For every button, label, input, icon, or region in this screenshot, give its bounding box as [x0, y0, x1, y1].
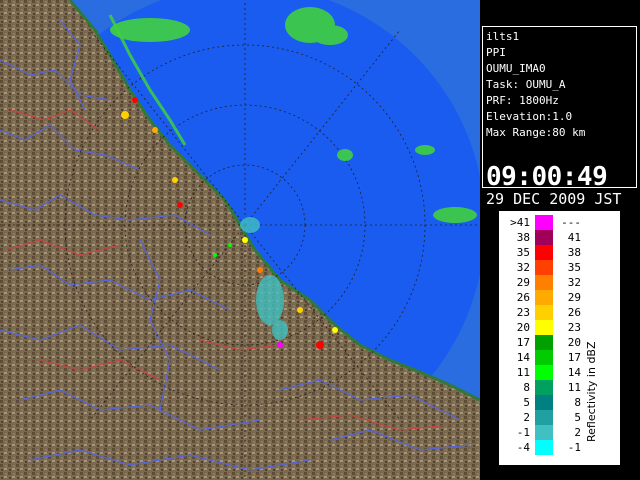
- legend-upper-value: 41: [567, 231, 581, 244]
- legend-lower-value: 20: [516, 321, 530, 334]
- legend-lower-value: 17: [516, 336, 530, 349]
- side-panel: ilts1 PPI OUMU_IMA0 Task: OUMU_A PRF: 18…: [480, 0, 640, 480]
- legend-color-swatch: [535, 290, 553, 305]
- legend-color-swatch: [535, 350, 553, 365]
- legend-lower-value: 11: [516, 366, 530, 379]
- legend-lower-value: 38: [516, 231, 530, 244]
- legend-upper-value: 11: [567, 381, 581, 394]
- reflectivity-legend: >41 --- 38 41 35 38 32 35 29 32 26 29 23 26 20 23 17 20 14…: [499, 211, 620, 465]
- legend-upper-value: 20: [567, 336, 581, 349]
- legend-lower-value: 14: [516, 351, 530, 364]
- legend-color-swatch: [535, 260, 553, 275]
- legend-upper-value: 8: [574, 396, 581, 409]
- legend-upper-value: 5: [574, 411, 581, 424]
- legend-lower-value: 26: [516, 291, 530, 304]
- legend-lower-value: -4: [516, 441, 530, 454]
- legend-color-swatch: [535, 275, 553, 290]
- legend-lower-value: 23: [516, 306, 530, 319]
- max-range-value: Max Range:80 km: [486, 126, 586, 139]
- legend-title: Reflectivity in dBZ: [585, 341, 598, 442]
- legend-lower-value: -1: [516, 426, 530, 439]
- legend-lower-value: 2: [523, 411, 530, 424]
- legend-lower-value: 35: [516, 246, 530, 259]
- legend-upper-value: ---: [561, 216, 581, 229]
- legend-color-swatch: [535, 215, 553, 230]
- product-type: PPI: [486, 46, 506, 59]
- legend-upper-value: 32: [567, 276, 581, 289]
- legend-upper-value: 2: [574, 426, 581, 439]
- legend-color-swatch: [535, 440, 553, 455]
- legend-color-swatch: [535, 380, 553, 395]
- elevation-value: Elevation:1.0: [486, 110, 573, 123]
- scan-time: 09:00:49: [486, 162, 608, 192]
- legend-upper-value: 38: [567, 246, 581, 259]
- scan-date: 29 DEC 2009 JST: [486, 190, 622, 208]
- legend-lower-value: 32: [516, 261, 530, 274]
- legend-color-swatch: [535, 230, 553, 245]
- legend-upper-value: 26: [567, 306, 581, 319]
- legend-color-swatch: [535, 365, 553, 380]
- site-name: OUMU_IMA0: [486, 62, 546, 75]
- legend-upper-value: 29: [567, 291, 581, 304]
- task-name: Task: OUMU_A: [486, 78, 566, 91]
- info-box: ilts1 PPI OUMU_IMA0 Task: OUMU_A PRF: 18…: [482, 26, 637, 207]
- station-name: ilts1: [486, 30, 520, 43]
- legend-color-swatch: [535, 245, 553, 260]
- prf-value: PRF: 1800Hz: [486, 94, 559, 107]
- legend-upper-value: 14: [567, 366, 581, 379]
- legend-color-swatch: [535, 305, 553, 320]
- legend-lower-value: >41: [510, 216, 530, 229]
- legend-lower-value: 5: [523, 396, 530, 409]
- legend-upper-value: 23: [567, 321, 581, 334]
- legend-color-swatch: [535, 335, 553, 350]
- legend-color-swatch: [535, 395, 553, 410]
- legend-lower-value: 29: [516, 276, 530, 289]
- legend-lower-value: 8: [523, 381, 530, 394]
- legend-color-swatch: [535, 425, 553, 440]
- legend-color-swatch: [535, 320, 553, 335]
- legend-color-swatch: [535, 410, 553, 425]
- legend-upper-value: 35: [567, 261, 581, 274]
- radar-ppi-display[interactable]: [0, 0, 480, 480]
- legend-upper-value: -1: [567, 441, 581, 454]
- legend-upper-value: 17: [567, 351, 581, 364]
